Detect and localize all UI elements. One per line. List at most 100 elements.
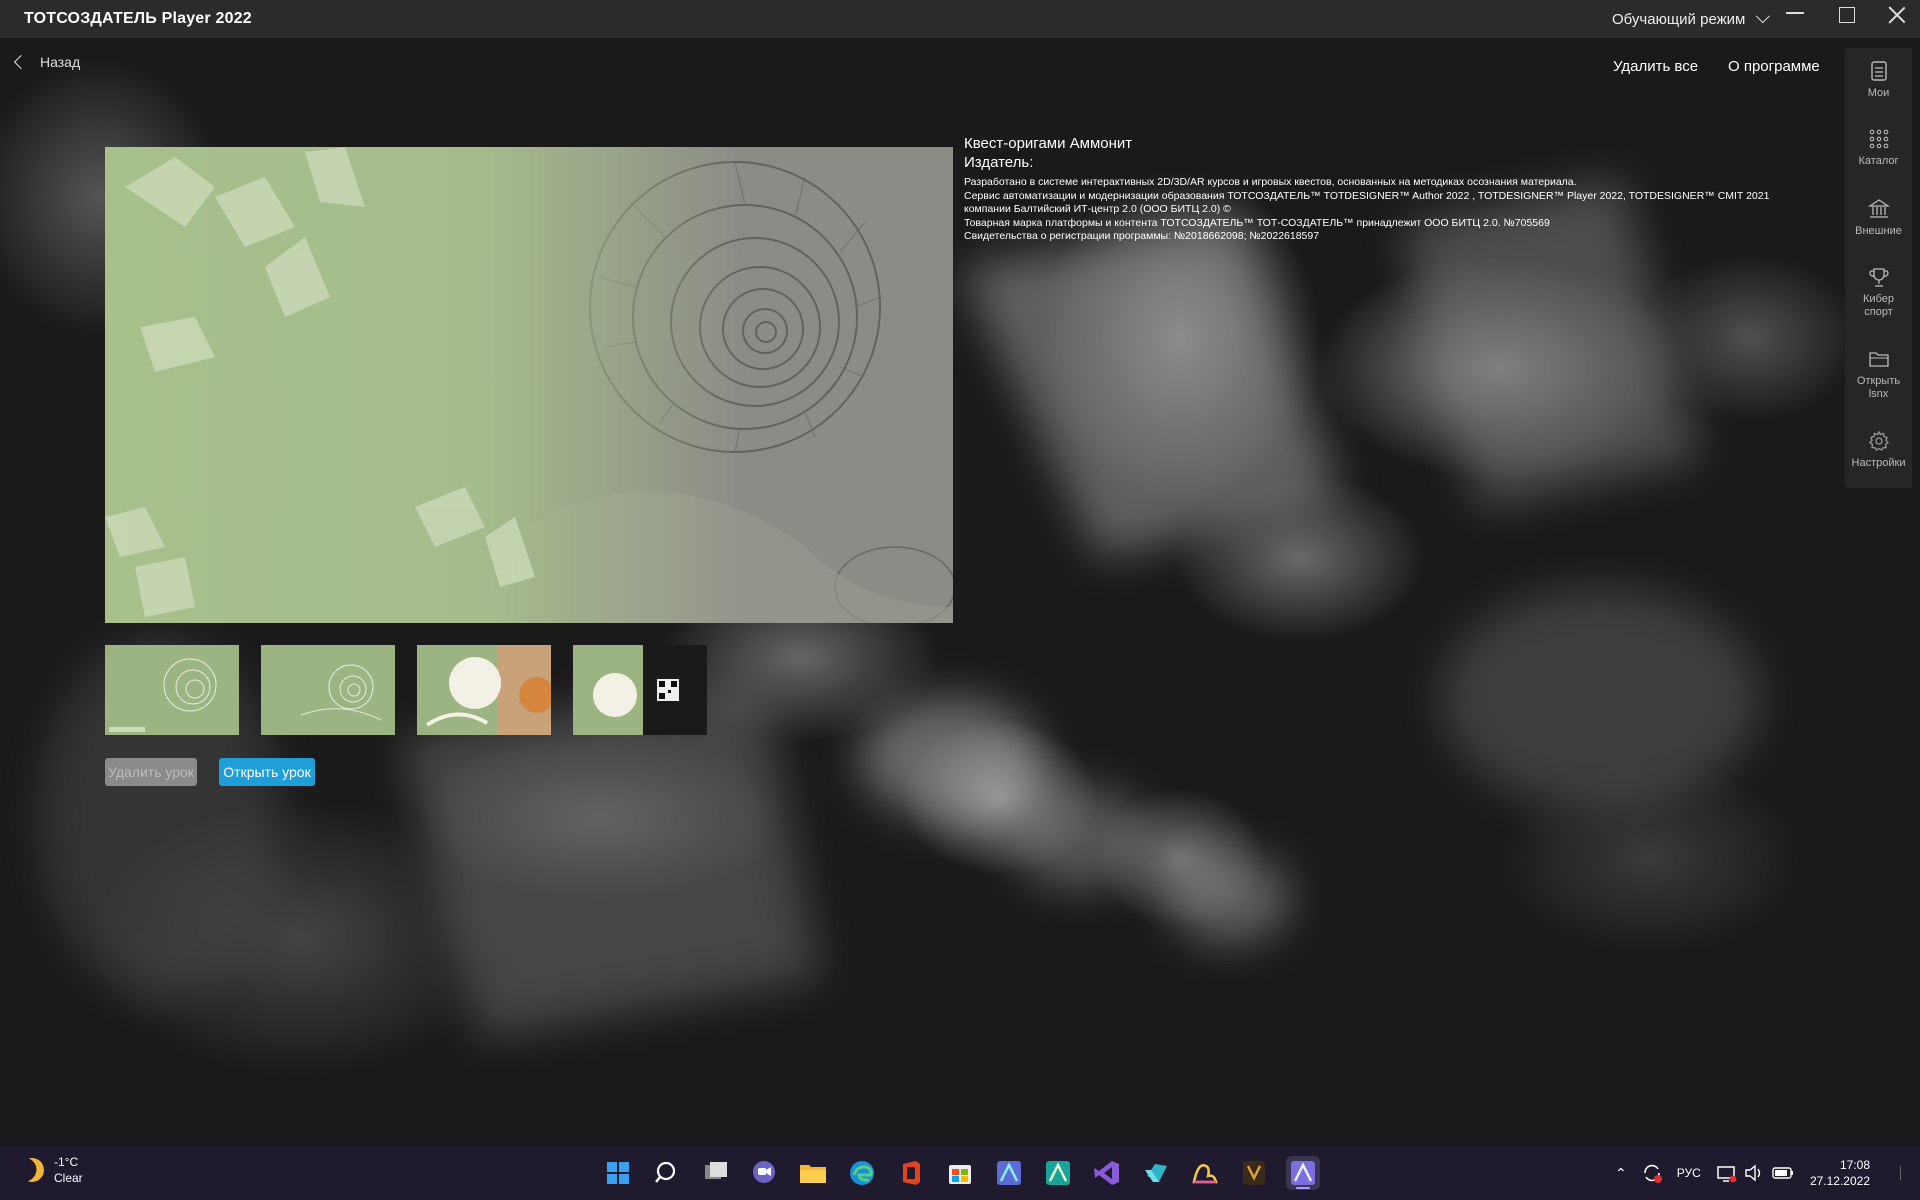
thumbnail-4[interactable] xyxy=(573,645,707,735)
title-bar: ТОТСОЗДАТЕЛЬ Player 2022 Обучающий режим xyxy=(0,0,1920,38)
show-desktop-button[interactable] xyxy=(1900,1166,1906,1180)
trophy-icon xyxy=(1868,268,1889,287)
open-lesson-button[interactable]: Открыть урок xyxy=(219,758,315,786)
network-icon[interactable] xyxy=(1715,1162,1737,1184)
right-sidebar: Мои Каталог Внешние Кибер спорт Открыть … xyxy=(1845,48,1912,488)
app-icon-2[interactable] xyxy=(1041,1156,1075,1190)
edge-icon[interactable] xyxy=(845,1156,879,1190)
sync-icon[interactable] xyxy=(1641,1162,1663,1184)
chevron-left-icon xyxy=(13,54,29,70)
office-icon[interactable] xyxy=(894,1156,928,1190)
rail-label: Кибер спорт xyxy=(1863,293,1894,318)
player-glyph xyxy=(1291,1161,1315,1189)
thumbnail-4-image xyxy=(573,645,707,735)
thumbnail-1[interactable] xyxy=(105,645,239,735)
maximize-icon xyxy=(1839,7,1855,23)
rail-item-esports[interactable]: Кибер спорт xyxy=(1845,266,1912,319)
task-view-icon[interactable] xyxy=(699,1156,733,1190)
close-button[interactable] xyxy=(1872,0,1920,38)
moon-icon xyxy=(17,1155,48,1186)
app-icon-1[interactable] xyxy=(992,1156,1026,1190)
totdesigner-player-icon[interactable] xyxy=(1286,1156,1320,1190)
store-glyph xyxy=(949,1165,971,1184)
search-glyph xyxy=(655,1161,676,1183)
file-explorer-icon[interactable] xyxy=(796,1156,830,1190)
clock-time: 17:08 xyxy=(1839,1158,1870,1172)
store-icon[interactable] xyxy=(943,1156,977,1190)
minimize-icon xyxy=(1786,12,1804,14)
rail-label: Каталог xyxy=(1858,155,1899,167)
mode-label: Обучающий режим xyxy=(1612,10,1746,28)
about-link[interactable]: О программе xyxy=(1728,58,1820,75)
folder-glyph xyxy=(800,1165,826,1183)
thumbnail-3[interactable] xyxy=(417,645,551,735)
clock-date: 27.12.2022 xyxy=(1809,1174,1870,1188)
info-line: компании Балтийский ИТ-центр 2.0 (ООО БИ… xyxy=(964,203,1231,215)
rail-label: Настройки xyxy=(1851,457,1906,469)
volume-icon[interactable] xyxy=(1743,1162,1765,1184)
start-icon[interactable] xyxy=(601,1156,635,1190)
battery-icon[interactable] xyxy=(1771,1162,1795,1184)
app-icon-3[interactable] xyxy=(1139,1156,1173,1190)
app-5-glyph xyxy=(1243,1161,1265,1185)
close-icon xyxy=(1888,6,1906,24)
rail-item-my[interactable]: Мои xyxy=(1845,60,1912,100)
chevron-up-icon[interactable]: ⌃ xyxy=(1615,1165,1627,1182)
info-line: Свидетельства о регистрации программы: №… xyxy=(964,230,1320,242)
thumbnail-2-image xyxy=(261,645,395,735)
chevron-down-icon xyxy=(1756,9,1771,24)
bank-icon xyxy=(1867,199,1890,218)
rail-item-external[interactable]: Внешние xyxy=(1845,198,1912,238)
thumbnail-3-image xyxy=(417,645,551,735)
thumbnail-1-image xyxy=(105,645,239,735)
back-label: Назад xyxy=(40,54,81,70)
list-icon xyxy=(1870,61,1887,81)
windows-logo xyxy=(607,1162,629,1184)
chat-glyph xyxy=(753,1161,775,1183)
lesson-info: Квест-оригами Аммонит Издатель: Разработ… xyxy=(964,134,1814,244)
info-line: Разработано в системе интерактивных 2D/3… xyxy=(964,176,1577,188)
chat-icon[interactable] xyxy=(747,1156,781,1190)
app-1-glyph xyxy=(997,1161,1021,1185)
back-button[interactable]: Назад xyxy=(13,54,81,70)
rail-item-settings[interactable]: Настройки xyxy=(1845,430,1912,470)
delete-all-link[interactable]: Удалить все xyxy=(1613,58,1698,75)
weather-temp: -1°C xyxy=(54,1155,79,1169)
info-line: Товарная марка платформы и контента ТОТС… xyxy=(964,216,1550,229)
rail-item-catalog[interactable]: Каталог xyxy=(1845,128,1912,168)
language-indicator[interactable]: РУС xyxy=(1677,1166,1701,1180)
publisher-label: Издатель: xyxy=(964,154,1034,171)
folder-icon xyxy=(1868,352,1889,367)
visual-studio-icon[interactable] xyxy=(1090,1156,1124,1190)
system-tray: ⌃ РУС xyxy=(1615,1146,1795,1200)
app-icon-5[interactable] xyxy=(1237,1156,1271,1190)
clock[interactable]: 17:08 27.12.2022 xyxy=(1800,1157,1870,1189)
rail-label: Внешние xyxy=(1855,225,1902,237)
app-title: ТОТСОЗДАТЕЛЬ Player 2022 xyxy=(24,10,252,27)
weather-widget[interactable]: -1°C Clear xyxy=(20,1154,83,1186)
grid-icon xyxy=(1869,129,1888,149)
app-icon-4[interactable] xyxy=(1188,1156,1222,1190)
thumbnail-2[interactable] xyxy=(261,645,395,735)
office-glyph xyxy=(903,1161,920,1185)
taskbar: -1°C Clear ⌃ РУС 17:08 27.12.2022 xyxy=(0,1146,1920,1200)
rail-label: Мои xyxy=(1867,87,1890,99)
ammonite-illustration xyxy=(105,147,953,623)
app-3-glyph xyxy=(1145,1164,1167,1182)
search-icon[interactable] xyxy=(650,1156,684,1190)
gear-icon xyxy=(1868,430,1889,451)
info-line: Сервис автоматизации и модернизации обра… xyxy=(964,189,1770,202)
weather-desc: Clear xyxy=(54,1171,83,1185)
edge-glyph xyxy=(850,1161,874,1185)
vs-glyph xyxy=(1094,1161,1119,1185)
delete-lesson-button[interactable]: Удалить урок xyxy=(105,758,197,786)
task-view-glyph xyxy=(705,1162,727,1179)
lesson-preview-image xyxy=(105,147,953,623)
app-2-glyph xyxy=(1046,1161,1070,1185)
rail-label: Открыть lsnx xyxy=(1856,375,1901,400)
app-4-glyph xyxy=(1192,1164,1218,1184)
minimize-button[interactable] xyxy=(1770,0,1820,38)
maximize-button[interactable] xyxy=(1822,0,1872,38)
rail-item-open-lsnx[interactable]: Открыть lsnx xyxy=(1845,348,1912,401)
mode-dropdown[interactable]: Обучающий режим xyxy=(1612,0,1771,38)
